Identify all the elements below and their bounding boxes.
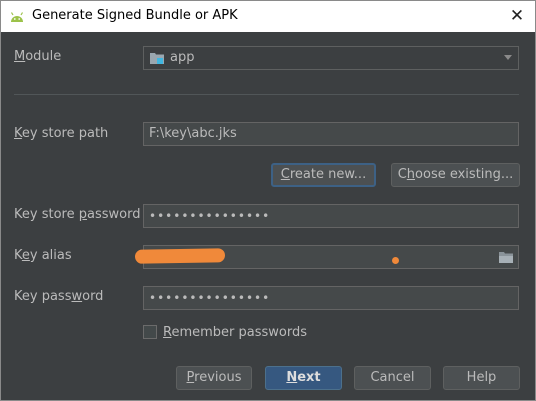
key-store-password-label: Key store password	[14, 207, 141, 222]
module-folder-icon	[150, 53, 164, 64]
module-dropdown[interactable]: app	[143, 46, 519, 70]
create-new-button[interactable]: Create new...	[271, 163, 376, 187]
redaction-mark	[134, 248, 226, 264]
cancel-button[interactable]: Cancel	[354, 366, 431, 390]
choose-existing-button[interactable]: Choose existing...	[391, 163, 520, 187]
help-button[interactable]: Help	[443, 366, 520, 390]
key-store-path-field[interactable]: F:\key\abc.jks	[143, 122, 519, 146]
key-alias-label: Key alias	[14, 248, 72, 263]
key-store-password-field[interactable]: •••••••••••••••	[143, 204, 519, 228]
separator	[14, 94, 519, 95]
key-store-path-label: Key store path	[14, 126, 109, 141]
generate-signed-bundle-dialog: Generate Signed Bundle or APK ✕ Module a…	[0, 0, 536, 401]
previous-button[interactable]: Previous	[176, 366, 252, 390]
close-icon[interactable]: ✕	[505, 4, 529, 28]
module-label: Module	[14, 49, 62, 64]
chevron-down-icon	[504, 55, 512, 60]
android-icon	[10, 12, 24, 22]
dialog-content: Module app Key store path F:\key\abc.jks…	[1, 32, 535, 400]
remember-passwords-label[interactable]: Remember passwords	[163, 325, 307, 340]
next-button[interactable]: Next	[265, 366, 342, 390]
remember-passwords-checkbox[interactable]	[143, 325, 157, 339]
key-password-field[interactable]: •••••••••••••••	[143, 286, 519, 310]
key-password-label: Key password	[14, 289, 104, 304]
window-title: Generate Signed Bundle or APK	[32, 8, 238, 23]
title-bar: Generate Signed Bundle or APK ✕	[1, 1, 535, 32]
folder-icon[interactable]	[499, 251, 513, 263]
module-value: app	[170, 50, 195, 65]
redaction-dot	[392, 257, 399, 264]
